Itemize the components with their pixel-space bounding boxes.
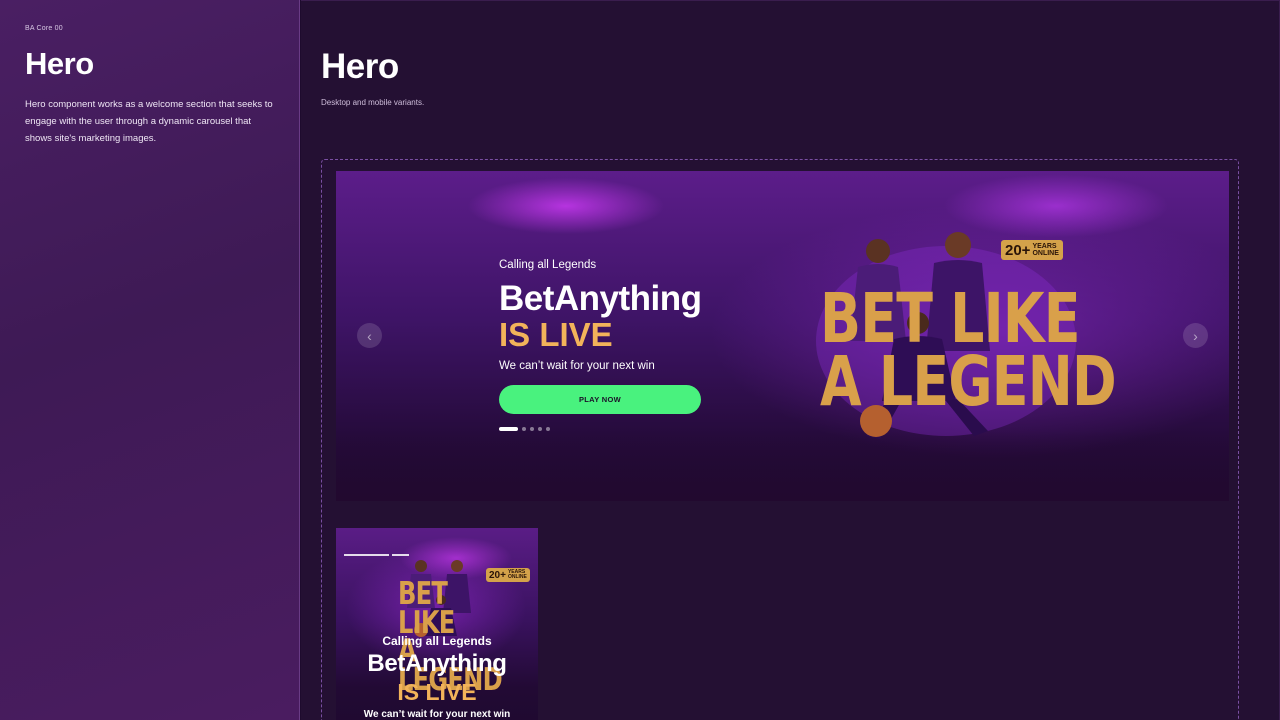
sidebar-panel: BA Core 00 Hero Hero component works as …	[0, 0, 300, 720]
years-online-badge: 20+ YEARS ONLINE	[1001, 240, 1063, 260]
carousel-dot[interactable]	[538, 427, 542, 431]
sidebar-title: Hero	[25, 46, 94, 81]
play-now-button[interactable]: PLAY NOW	[499, 385, 701, 414]
breadcrumb: BA Core 00	[25, 25, 63, 32]
carousel-indicators	[499, 427, 550, 431]
carousel-dot[interactable]	[546, 427, 550, 431]
promo-headline: BET LIKE A LEGEND	[820, 279, 1117, 423]
hero-kicker: Calling all Legends	[382, 634, 492, 648]
carousel-dot[interactable]	[499, 427, 518, 431]
story-progress-bar	[392, 554, 409, 556]
main-canvas: Hero Desktop and mobile variants. BET LI…	[301, 0, 1280, 720]
page-subtitle: Desktop and mobile variants.	[321, 98, 425, 107]
hero-mobile-variant[interactable]: BET LIKE A LEGEND 20+ YEARS ONLINE Callin…	[336, 528, 538, 720]
chevron-right-icon: ›	[1193, 327, 1198, 344]
carousel-next-button[interactable]: ›	[1183, 323, 1208, 348]
hero-title: BetAnything	[367, 650, 507, 677]
chevron-left-icon: ‹	[367, 327, 372, 344]
years-online-badge: 20+ YEARS ONLINE	[486, 568, 530, 582]
story-progress-bar	[344, 554, 389, 556]
hero-desktop-variant[interactable]: BET LIKE A LEGEND 20+ YEARS ONLINE ‹ › Ca…	[336, 171, 1229, 501]
hero-title: BetAnything	[499, 279, 702, 318]
hero-highlight: IS LIVE	[499, 316, 613, 353]
hero-kicker: Calling all Legends	[499, 259, 597, 271]
story-progress	[344, 554, 409, 556]
page-title: Hero	[321, 47, 399, 86]
carousel-prev-button[interactable]: ‹	[357, 323, 382, 348]
hero-highlight: IS LIVE	[397, 679, 477, 705]
carousel-dot[interactable]	[530, 427, 534, 431]
sidebar-description: Hero component works as a welcome sectio…	[25, 99, 273, 144]
hero-tagline: We can’t wait for your next win	[363, 709, 511, 720]
variants-frame: BET LIKE A LEGEND 20+ YEARS ONLINE ‹ › Ca…	[321, 159, 1239, 720]
hero-tagline: We can’t wait for your next win	[499, 360, 655, 372]
carousel-dot[interactable]	[522, 427, 526, 431]
